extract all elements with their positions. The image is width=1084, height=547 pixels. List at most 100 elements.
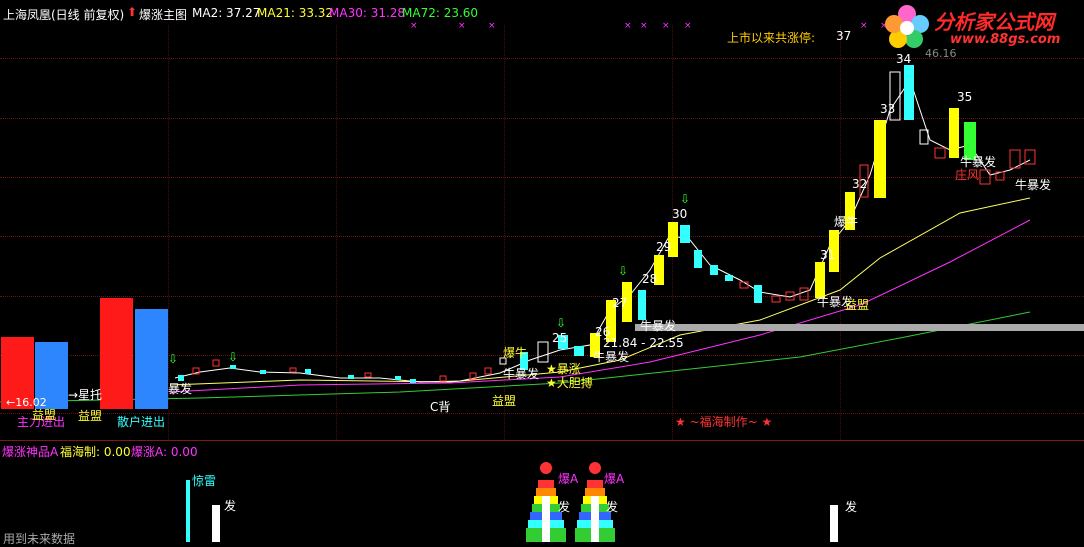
fa-bar — [830, 505, 838, 542]
indicator-name: 爆涨主图 — [139, 8, 188, 22]
bomb-icon — [540, 462, 552, 474]
num-label: 35 — [957, 90, 973, 104]
x-mark: × — [662, 21, 670, 31]
baofa-label: 暴发 — [168, 382, 193, 396]
num-label: 32 — [852, 177, 868, 191]
bao-a-label: 爆A — [558, 472, 579, 486]
bao-a-label: 爆A — [604, 472, 625, 486]
stock-title: 上海凤凰(日线 前复权) — [3, 8, 125, 22]
num-label: 27 — [612, 296, 628, 310]
num-label: 26 — [595, 325, 611, 339]
bomb-icon — [589, 462, 601, 474]
candle — [230, 365, 236, 369]
num-label: 25 — [552, 331, 568, 345]
fa-label: 发 — [845, 500, 858, 514]
jinglei-bar — [186, 480, 190, 542]
x-mark: × — [410, 21, 418, 31]
fa-bar — [212, 505, 220, 542]
candle — [949, 108, 959, 158]
x-mark: × — [488, 21, 496, 31]
candle — [680, 225, 690, 243]
num-label: 33 — [880, 102, 896, 116]
fa-label: 发 — [224, 499, 237, 513]
jinglei-label: 惊雷 — [192, 474, 217, 488]
x-mark: × — [684, 21, 692, 31]
candle — [364, 372, 372, 378]
star-danbo-label: ★大胆搏 — [546, 376, 593, 390]
fa-label: 发 — [558, 500, 571, 514]
ma21-label: MA21: 33.32 — [257, 6, 334, 20]
price-chart[interactable]: × × × × × × × × × × × — [0, 0, 1084, 542]
candle — [725, 275, 733, 281]
cbei-label: C背 — [430, 400, 451, 414]
baoniu-label: 爆牛 — [503, 346, 528, 360]
candle — [754, 285, 762, 303]
candle — [484, 367, 492, 375]
logo-name: 分析家公式网 — [934, 10, 1054, 34]
niubaofa-label: 牛暴发 — [640, 319, 677, 333]
niubaofa-label: 牛暴发 — [593, 350, 630, 364]
candle — [410, 379, 416, 383]
zhuangfeng-label: 庄风 — [955, 168, 980, 182]
candle — [212, 359, 220, 367]
x-mark: × — [458, 21, 466, 31]
yimeng-label: 益盟 — [492, 394, 517, 408]
retail-bar — [100, 298, 133, 409]
yimeng-label: 益盟 — [78, 409, 103, 423]
fa-label: 发 — [606, 500, 619, 514]
listing-count: 37 — [836, 29, 852, 43]
candle — [710, 265, 718, 275]
candle — [395, 376, 401, 380]
candle — [934, 147, 946, 159]
x-mark: × — [860, 21, 868, 31]
logo: 分析家公式网 www.88gs.com — [880, 0, 1084, 54]
candle — [289, 367, 297, 373]
baoniu-label: 爆牛 — [834, 215, 859, 229]
candle — [694, 250, 702, 268]
candle — [439, 375, 447, 382]
candle — [799, 287, 809, 301]
ma72-label: MA72: 23.60 — [402, 6, 479, 20]
sub-fuhai: 福海制: 0.00 — [60, 445, 131, 459]
footer-note: 用到未来数据 — [3, 532, 76, 546]
candle — [904, 65, 914, 120]
niubaofa-label: 牛暴发 — [503, 367, 540, 381]
candle — [574, 346, 584, 356]
logo-url: www.88gs.com — [950, 32, 1061, 47]
candle — [638, 290, 646, 320]
flower-logo-icon — [885, 5, 929, 48]
num-label: 29 — [656, 240, 672, 254]
candle — [305, 369, 311, 374]
fuhai-credit: ★ ~福海制作~ ★ — [675, 415, 773, 429]
range-label: 21.84 - 22.55 — [603, 336, 684, 350]
sub-title: 爆涨神品A — [2, 445, 59, 459]
ma2-label: MA2: 37.27 — [192, 6, 261, 20]
star-tuo-label: →星托 — [68, 388, 103, 402]
x-mark: × — [624, 21, 632, 31]
niubaofa-label: 牛暴发 — [1015, 178, 1052, 192]
down-arrow-icon: ⇩ — [228, 350, 239, 364]
down-arrow-icon: ⇩ — [168, 352, 179, 366]
candle — [537, 341, 549, 363]
retail-label: 散户进出 — [117, 415, 166, 429]
ma30-label: MA30: 31.28 — [329, 6, 406, 20]
arrow-up-icon: ⬆ — [127, 5, 138, 19]
candle — [348, 375, 354, 379]
candle — [260, 370, 266, 374]
retail-bar — [135, 309, 168, 409]
gray-band — [635, 324, 1084, 331]
down-arrow-icon: ⇩ — [618, 264, 629, 278]
listing-label: 上市以来共涨停: — [727, 31, 816, 45]
yimeng-label: 益盟 — [32, 408, 57, 422]
candle — [919, 129, 929, 145]
yimeng-label: 益盟 — [845, 298, 870, 312]
down-arrow-icon: ⇩ — [556, 316, 567, 330]
num-label: 31 — [820, 248, 836, 262]
pane-divider[interactable] — [0, 440, 1084, 441]
num-label: 28 — [642, 272, 658, 286]
num-label: 30 — [672, 207, 688, 221]
sub-baozhangA: 爆涨A: 0.00 — [131, 445, 198, 459]
candle — [874, 120, 886, 198]
x-mark: × — [640, 21, 648, 31]
num-label: 34 — [896, 52, 912, 66]
